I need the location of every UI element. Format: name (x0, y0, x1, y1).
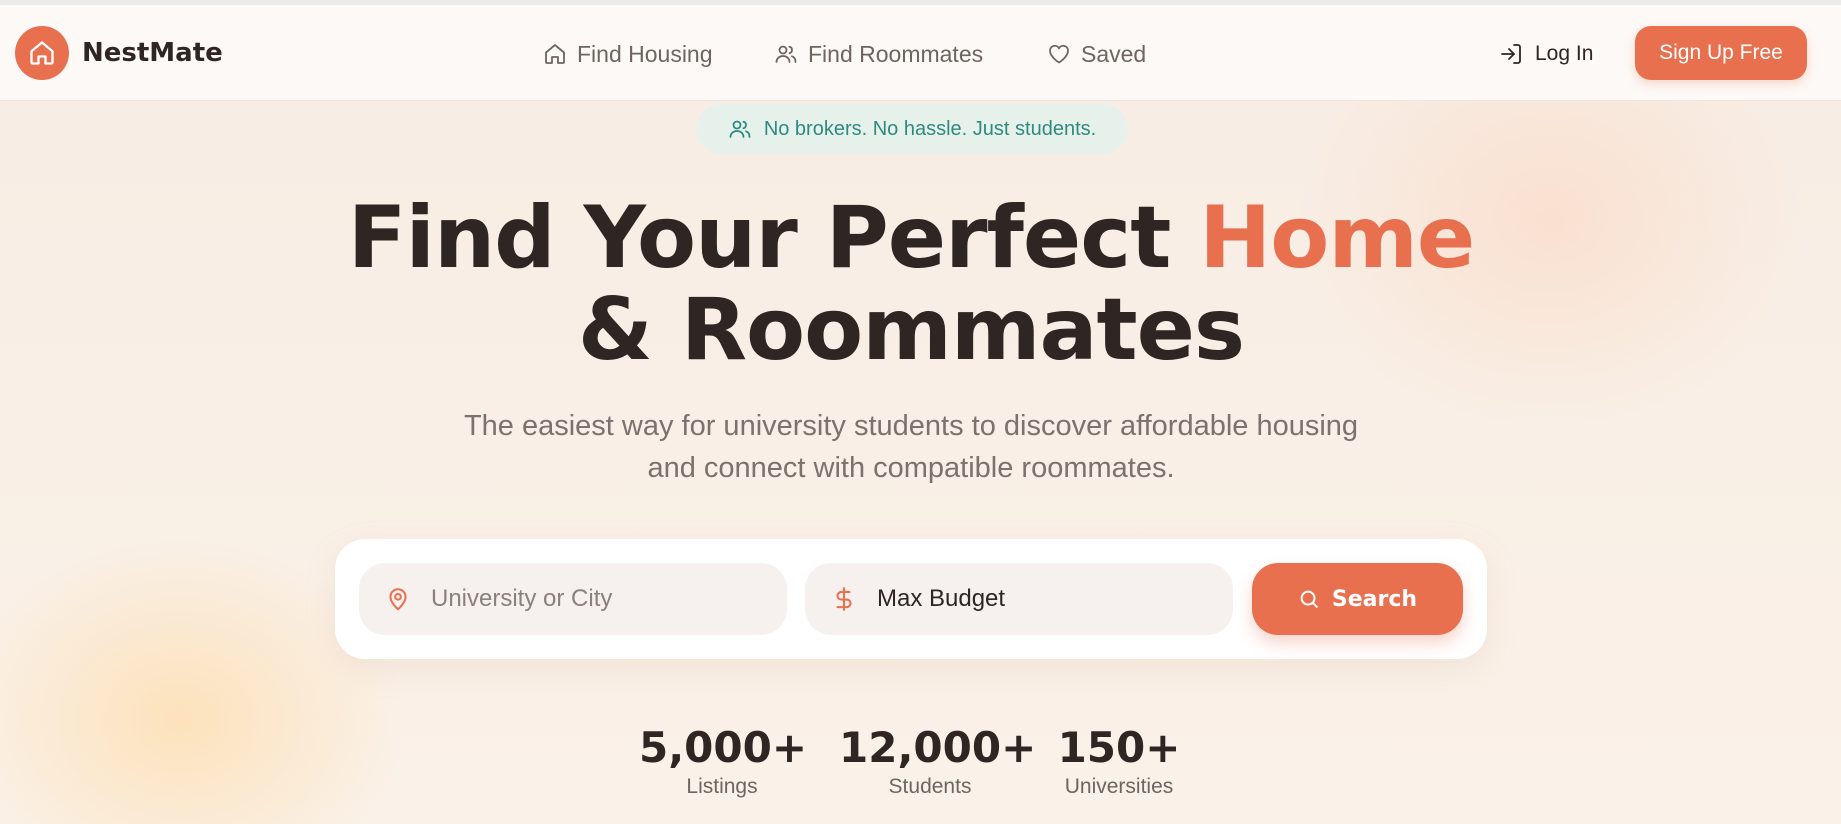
search-button-label: Search (1331, 586, 1418, 612)
nav-saved-label: Saved (1081, 40, 1147, 67)
nav-find-housing[interactable]: Find Housing (543, 39, 713, 69)
search-button[interactable]: Search (1252, 563, 1463, 635)
users-icon (775, 45, 797, 63)
nav-saved[interactable]: Saved (1047, 39, 1146, 69)
hero-subtitle: The easiest way for university students … (463, 410, 1359, 484)
stat-label: Universities (1064, 775, 1174, 798)
stat-students: 12,000+ Students (839, 723, 1037, 799)
house-icon (30, 41, 54, 65)
heart-icon (1049, 44, 1069, 64)
budget-input[interactable] (877, 585, 1177, 613)
nav-find-roommates[interactable]: Find Roommates (774, 39, 983, 69)
brand-name[interactable]: NestMate (82, 38, 223, 68)
map-pin-icon (389, 588, 407, 611)
signup-button[interactable]: Sign Up Free (1635, 26, 1807, 80)
home-icon (545, 44, 565, 64)
stat-listings: 5,000+ Listings (639, 723, 808, 799)
location-field[interactable] (359, 563, 787, 635)
headline-accent: Home (1199, 188, 1475, 288)
search-icon (1300, 590, 1318, 608)
budget-field[interactable] (805, 563, 1233, 635)
logo[interactable] (15, 26, 69, 80)
stat-value: 12,000+ (839, 723, 1037, 772)
navbar: NestMate Find Housing Find Roommates Sav… (0, 5, 1841, 101)
hero-badge-text: No brokers. No hassle. Just students. (763, 117, 1097, 140)
nav-find-housing-label: Find Housing (577, 40, 713, 67)
location-input[interactable] (431, 585, 731, 613)
hero-headline: Find Your Perfect Home & Roommates (300, 192, 1522, 376)
users-icon (729, 120, 751, 138)
dollar-icon (836, 587, 852, 611)
stat-value: 5,000+ (639, 723, 808, 772)
hero-badge: No brokers. No hassle. Just students. (696, 104, 1128, 154)
stat-universities: 150+ Universities (1054, 723, 1184, 799)
login-link[interactable]: Log In (1499, 39, 1593, 69)
headline-part-2: & Roommates (577, 280, 1245, 380)
log-in-icon (1501, 44, 1521, 64)
search-card: Search (335, 539, 1487, 659)
stat-label: Listings (686, 775, 758, 798)
login-label: Log In (1535, 42, 1594, 65)
headline-part-1: Find Your Perfect (347, 188, 1200, 288)
stat-value: 150+ (1057, 723, 1181, 772)
nav-find-roommates-label: Find Roommates (808, 40, 984, 67)
stat-label: Students (888, 775, 972, 798)
